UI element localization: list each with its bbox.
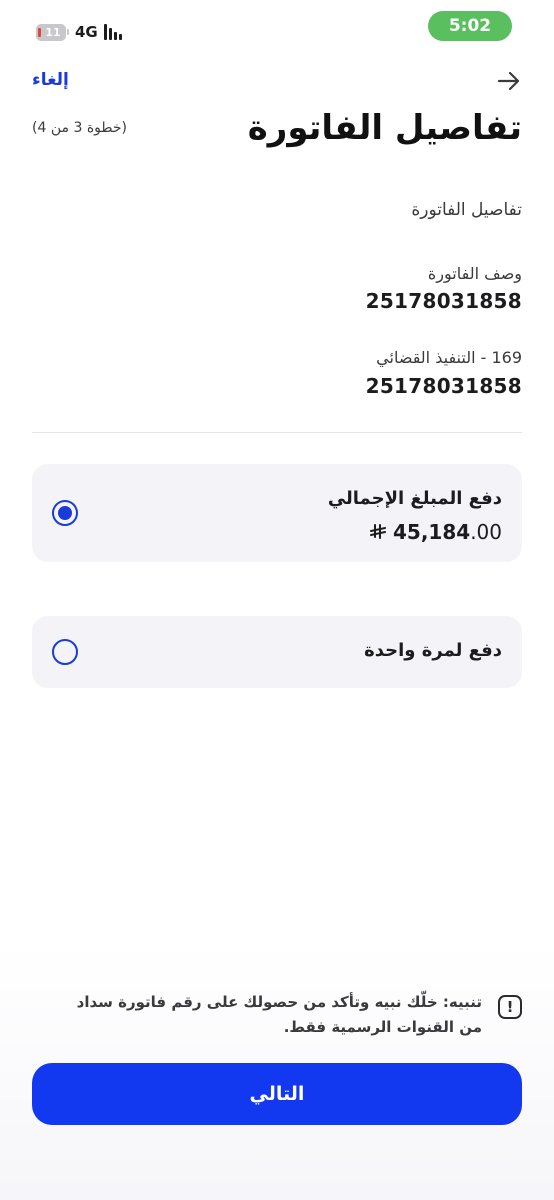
field-label-description: وصف الفاتورة <box>427 264 522 283</box>
battery-cap <box>67 29 69 35</box>
riyal-symbol-icon <box>370 524 386 539</box>
option-full-amount[interactable]: دفع المبلغ الإجمالي 45,184.00 <box>32 464 522 562</box>
next-button[interactable]: التالي <box>32 1063 522 1125</box>
option-title: دفع المبلغ الإجمالي <box>327 488 502 509</box>
status-time: 5:02 <box>428 11 512 41</box>
divider <box>32 432 522 433</box>
field-label-biller: 169 - التنفيذ القضائي <box>376 348 522 367</box>
cancel-link[interactable]: إلغاء <box>32 70 69 90</box>
option-amount: 45,184.00 <box>369 520 502 544</box>
arrow-right-icon[interactable] <box>496 68 522 94</box>
page-title: تفاصيل الفاتورة <box>247 108 522 148</box>
exclamation-icon: ! <box>498 995 522 1019</box>
step-indicator: (خطوة 3 من 4) <box>32 120 127 136</box>
battery-level: 11 <box>45 25 61 39</box>
amount-main: 45,184 <box>393 520 471 544</box>
radio-selected[interactable] <box>52 500 78 526</box>
signal-icon <box>103 24 122 40</box>
radio-dot <box>58 506 72 520</box>
radio-unselected[interactable] <box>52 639 78 665</box>
option-one-time[interactable]: دفع لمرة واحدة <box>32 616 522 688</box>
section-label: تفاصيل الفاتورة <box>411 200 522 220</box>
status-bar-left: 11 4G <box>36 20 122 44</box>
option-title: دفع لمرة واحدة <box>364 640 502 661</box>
network-type: 4G <box>75 23 98 41</box>
field-value-biller: 25178031858 <box>365 374 522 398</box>
amount-decimals: .00 <box>470 520 502 544</box>
field-value-description: 25178031858 <box>365 289 522 313</box>
battery-icon: 11 <box>36 23 66 41</box>
warning-text: تنبيه: خلّك نبيه وتأكد من حصولك على رقم … <box>76 993 482 1036</box>
